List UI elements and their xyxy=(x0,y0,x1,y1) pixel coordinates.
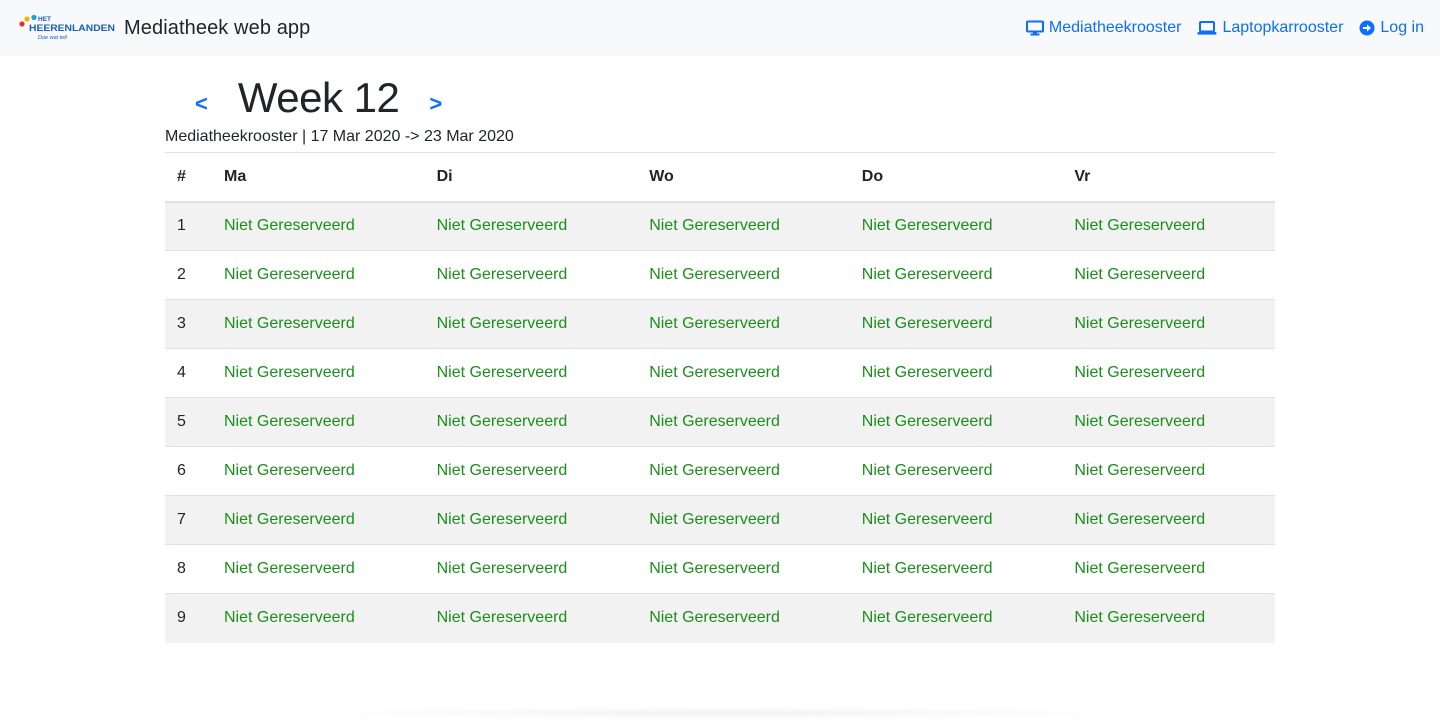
week-navigation: < Week 12 > xyxy=(165,56,1275,138)
slot-cell[interactable]: Niet Gereserveerd xyxy=(424,446,638,496)
slot-cell[interactable]: Niet Gereserveerd xyxy=(424,397,638,447)
slot-cell[interactable]: Niet Gereserveerd xyxy=(637,397,850,447)
sign-in-icon xyxy=(1359,20,1375,36)
row-number: 5 xyxy=(165,397,212,447)
slot-cell[interactable]: Niet Gereserveerd xyxy=(212,397,425,447)
slot-cell[interactable]: Niet Gereserveerd xyxy=(637,495,850,545)
slot-cell[interactable]: Niet Gereserveerd xyxy=(1062,250,1275,300)
slot-cell[interactable]: Niet Gereserveerd xyxy=(849,397,1063,447)
slot-cell[interactable]: Niet Gereserveerd xyxy=(424,544,638,594)
week-title: Week 12 xyxy=(237,74,400,121)
slot-cell[interactable]: Niet Gereserveerd xyxy=(1062,299,1275,349)
slot-cell[interactable]: Niet Gereserveerd xyxy=(424,593,638,643)
slot-cell[interactable]: Niet Gereserveerd xyxy=(849,250,1063,300)
slot-cell[interactable]: Niet Gereserveerd xyxy=(849,495,1063,545)
slot-cell[interactable]: Niet Gereserveerd xyxy=(1062,544,1275,594)
slot-cell[interactable]: Niet Gereserveerd xyxy=(212,250,425,300)
header-row: # Ma Di Wo Do Vr xyxy=(165,152,1275,203)
brand[interactable]: HET HEERENLANDEN Doe wat telt Mediatheek… xyxy=(18,14,310,42)
nav-link-label: Mediatheekrooster xyxy=(1048,19,1182,36)
slot-cell[interactable]: Niet Gereserveerd xyxy=(424,250,638,300)
slot-cell[interactable]: Niet Gereserveerd xyxy=(849,348,1063,398)
table-row: 4 Niet Gereserveerd Niet Gereserveerd Niet … xyxy=(165,348,1275,398)
header-ma: Ma xyxy=(212,152,425,203)
row-number: 7 xyxy=(165,495,212,545)
slot-cell[interactable]: Niet Gereserveerd xyxy=(1062,201,1275,251)
slot-cell[interactable]: Niet Gereserveerd xyxy=(424,348,638,398)
monitor-icon xyxy=(1025,20,1044,36)
nav-link-login[interactable]: Log in xyxy=(1359,19,1424,37)
slot-cell[interactable]: Niet Gereserveerd xyxy=(1062,348,1275,398)
slot-cell[interactable]: Niet Gereserveerd xyxy=(212,348,425,398)
row-number: 9 xyxy=(165,593,212,643)
slot-cell[interactable]: Niet Gereserveerd xyxy=(424,299,638,349)
slot-cell[interactable]: Niet Gereserveerd xyxy=(637,250,850,300)
row-number: 3 xyxy=(165,299,212,349)
brand-title: Mediatheek web app xyxy=(124,16,311,39)
footer-shadow xyxy=(290,706,1150,720)
row-number: 6 xyxy=(165,446,212,496)
slot-cell[interactable]: Niet Gereserveerd xyxy=(212,495,425,545)
header-di: Di xyxy=(424,152,638,203)
nav-links: Mediatheekrooster Laptopkarrooster Log i… xyxy=(1025,19,1424,37)
header-do: Do xyxy=(849,152,1063,203)
slot-cell[interactable]: Niet Gereserveerd xyxy=(637,593,850,643)
slot-cell[interactable]: Niet Gereserveerd xyxy=(637,299,850,349)
slot-cell[interactable]: Niet Gereserveerd xyxy=(212,593,425,643)
next-week-button[interactable]: > xyxy=(429,91,442,117)
slot-cell[interactable]: Niet Gereserveerd xyxy=(1062,593,1275,643)
slot-cell[interactable]: Niet Gereserveerd xyxy=(849,201,1063,251)
heerenlanden-logo: HET HEERENLANDEN Doe wat telt xyxy=(19,14,115,41)
nav-link-label: Laptopkarrooster xyxy=(1222,19,1344,36)
slot-cell[interactable]: Niet Gereserveerd xyxy=(424,495,638,545)
slot-cell[interactable]: Niet Gereserveerd xyxy=(212,446,425,496)
table-row: 9 Niet Gereserveerd Niet Gereserveerd Niet … xyxy=(165,593,1275,643)
row-number: 1 xyxy=(165,201,212,251)
slot-cell[interactable]: Niet Gereserveerd xyxy=(637,348,850,398)
row-number: 8 xyxy=(165,544,212,594)
table-row: 7 Niet Gereserveerd Niet Gereserveerd Niet … xyxy=(165,495,1275,545)
slot-cell[interactable]: Niet Gereserveerd xyxy=(212,201,425,251)
slot-cell[interactable]: Niet Gereserveerd xyxy=(849,544,1063,594)
table-row: 1 Niet Gereserveerd Niet Gereserveerd Niet … xyxy=(165,201,1275,251)
slot-cell[interactable]: Niet Gereserveerd xyxy=(637,201,850,251)
slot-cell[interactable]: Niet Gereserveerd xyxy=(637,544,850,594)
main-content: < Week 12 > Mediatheekrooster | 17 Mar 2… xyxy=(165,56,1275,643)
header-num: # xyxy=(165,152,212,203)
slot-cell[interactable]: Niet Gereserveerd xyxy=(424,201,638,251)
slot-cell[interactable]: Niet Gereserveerd xyxy=(212,299,425,349)
slot-cell[interactable]: Niet Gereserveerd xyxy=(849,593,1063,643)
header-wo: Wo xyxy=(637,152,850,203)
row-number: 2 xyxy=(165,250,212,300)
table-row: 6 Niet Gereserveerd Niet Gereserveerd Niet … xyxy=(165,446,1275,496)
schedule-table: # Ma Di Wo Do Vr 1 Niet Gereserveerd Niet … xyxy=(165,152,1275,643)
prev-week-button[interactable]: < xyxy=(195,91,208,117)
table-row: 2 Niet Gereserveerd Niet Gereserveerd Niet … xyxy=(165,250,1275,300)
nav-link-mediatheekrooster[interactable]: Mediatheekrooster xyxy=(1025,19,1182,37)
table-row: 5 Niet Gereserveerd Niet Gereserveerd Niet … xyxy=(165,397,1275,447)
logo-text-sub: Doe wat telt xyxy=(38,35,68,41)
slot-cell[interactable]: Niet Gereserveerd xyxy=(1062,446,1275,496)
logo-text-main: HEERENLANDEN xyxy=(29,23,115,34)
table-header: # Ma Di Wo Do Vr xyxy=(165,152,1275,203)
slot-cell[interactable]: Niet Gereserveerd xyxy=(1062,495,1275,545)
slot-cell[interactable]: Niet Gereserveerd xyxy=(849,446,1063,496)
table-row: 3 Niet Gereserveerd Niet Gereserveerd Niet … xyxy=(165,299,1275,349)
nav-link-laptopkarrooster[interactable]: Laptopkarrooster xyxy=(1197,19,1343,37)
navbar: HET HEERENLANDEN Doe wat telt Mediatheek… xyxy=(0,0,1440,56)
slot-cell[interactable]: Niet Gereserveerd xyxy=(637,446,850,496)
nav-link-label: Log in xyxy=(1380,19,1424,36)
table-body: 1 Niet Gereserveerd Niet Gereserveerd Niet … xyxy=(165,201,1275,643)
slot-cell[interactable]: Niet Gereserveerd xyxy=(849,299,1063,349)
slot-cell[interactable]: Niet Gereserveerd xyxy=(1062,397,1275,447)
header-vr: Vr xyxy=(1062,152,1275,203)
slot-cell[interactable]: Niet Gereserveerd xyxy=(212,544,425,594)
logo-text-top: HET xyxy=(38,16,51,23)
row-number: 4 xyxy=(165,348,212,398)
schedule-subtitle: Mediatheekrooster | 17 Mar 2020 -> 23 Ma… xyxy=(165,128,514,145)
table-row: 8 Niet Gereserveerd Niet Gereserveerd Niet … xyxy=(165,544,1275,594)
laptop-icon xyxy=(1197,21,1217,35)
